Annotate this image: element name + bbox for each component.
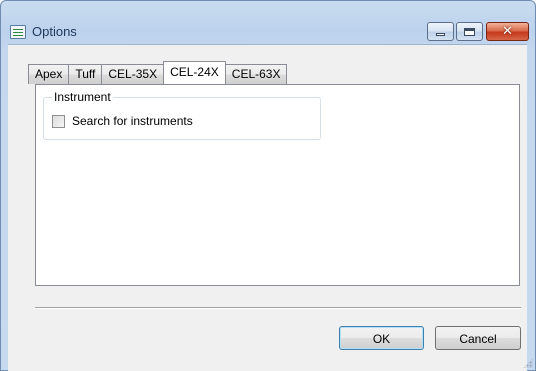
close-button[interactable]: ✕	[486, 22, 529, 41]
tab-cel-35x[interactable]: CEL-35X	[101, 64, 165, 84]
minimize-icon	[436, 33, 445, 36]
tab-apex[interactable]: Apex	[28, 64, 70, 84]
tab-strip: Apex Tuff CEL-35X CEL-24X CEL-63X	[28, 61, 288, 84]
minimize-button[interactable]	[427, 22, 454, 41]
tab-cel-63x[interactable]: CEL-63X	[224, 64, 288, 84]
close-icon: ✕	[502, 24, 513, 39]
title-bar[interactable]: Options ✕	[1, 1, 535, 45]
dialog-separator	[35, 307, 521, 309]
search-instruments-label[interactable]: Search for instruments	[72, 114, 193, 128]
maximize-button[interactable]	[456, 22, 483, 41]
maximize-icon	[464, 27, 475, 36]
tab-tuff[interactable]: Tuff	[68, 64, 103, 84]
ok-button[interactable]: OK	[339, 326, 424, 350]
tab-cel-24x[interactable]: CEL-24X	[163, 61, 226, 84]
instrument-group-label: Instrument	[52, 90, 113, 104]
window-title: Options	[32, 24, 77, 39]
cancel-button[interactable]: Cancel	[435, 326, 521, 350]
options-app-icon[interactable]	[10, 25, 26, 39]
search-instruments-checkbox[interactable]	[52, 115, 65, 128]
